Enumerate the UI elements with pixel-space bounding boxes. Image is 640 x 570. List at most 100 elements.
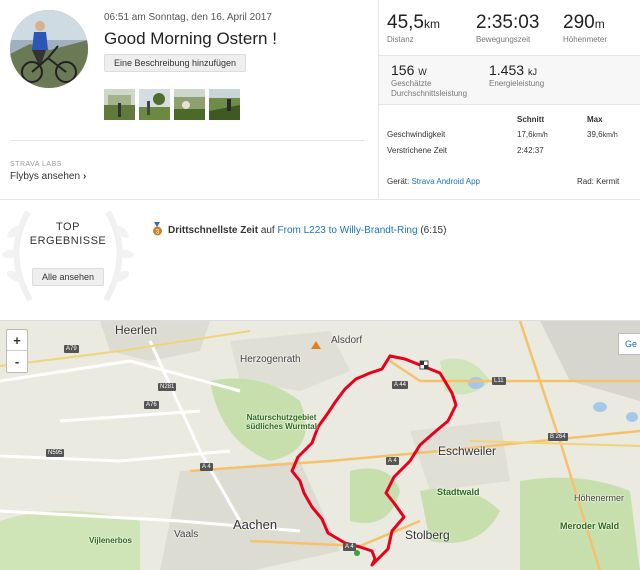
zoom-out-button[interactable]: - bbox=[7, 351, 27, 372]
distance-unit: km bbox=[423, 17, 440, 31]
top-results-box: TOP ERGEBNISSE Alle ansehen bbox=[0, 202, 136, 306]
map-type-button[interactable]: Ge bbox=[618, 333, 640, 355]
power-stat: 156 W Geschätzte Durchschnittsleistung bbox=[391, 62, 467, 99]
achievement-rank: Drittschnellste Zeit bbox=[168, 225, 259, 236]
flybys-link-label: Flybys ansehen bbox=[10, 171, 81, 182]
route-map[interactable]: Heerlen Alsdorf Herzogenrath Naturschutz… bbox=[0, 320, 640, 570]
more-stats-header: Schnitt Max bbox=[387, 115, 637, 127]
place-stadtwald: Stadtwald bbox=[437, 487, 480, 497]
road-n595: N595 bbox=[46, 449, 65, 457]
zoom-in-button[interactable]: + bbox=[7, 330, 27, 351]
secondary-stats: 156 W Geschätzte Durchschnittsleistung 1… bbox=[379, 55, 640, 105]
strava-labs-label: STRAVA LABS bbox=[10, 161, 62, 168]
speed-label: Geschwindigkeit bbox=[387, 130, 446, 139]
speed-row: Geschwindigkeit 17,6km/h 39,6km/h bbox=[387, 130, 637, 142]
view-all-button[interactable]: Alle ansehen bbox=[32, 268, 104, 286]
power-value: 156 bbox=[391, 62, 415, 78]
road-l11: L11 bbox=[492, 377, 506, 385]
road-b264: B 264 bbox=[548, 433, 568, 441]
moving-time-stat: 2:35:03 Bewegungszeit bbox=[476, 12, 539, 44]
activity-datetime: 06:51 am Sonntag, den 16. April 2017 bbox=[104, 12, 272, 23]
chevron-right-icon: › bbox=[83, 171, 87, 182]
elevation-unit: m bbox=[594, 17, 605, 31]
place-alsdorf: Alsdorf bbox=[331, 335, 363, 346]
stats-panel: 45,5km Distanz 2:35:03 Bewegungszeit 290… bbox=[378, 0, 640, 198]
energy-stat: 1.453 kJ Energieleistung bbox=[489, 62, 544, 89]
place-herzogenrath: Herzogenrath bbox=[240, 354, 301, 365]
road-a4-west: A 4 bbox=[200, 463, 213, 471]
laurel-wreath-icon bbox=[2, 210, 134, 302]
photo-thumbnail[interactable] bbox=[139, 89, 170, 120]
segment-time: (6:15) bbox=[420, 225, 447, 236]
place-heerlen: Heerlen bbox=[115, 323, 158, 337]
speed-max-unit: km/h bbox=[602, 132, 618, 139]
place-vijlenerbos: Vijlenerbos bbox=[89, 536, 132, 545]
bike-name: Kermit bbox=[596, 177, 620, 186]
power-label-line1: Geschätzte bbox=[391, 79, 432, 88]
activity-meta: 06:51 am Sonntag, den 16. April 2017 Goo… bbox=[104, 12, 277, 49]
power-label-line2: Durchschnittsleistung bbox=[391, 89, 468, 98]
place-naturschutz-line2: südliches Wurmtal bbox=[246, 422, 317, 431]
elevation-value: 290 bbox=[563, 12, 595, 33]
place-naturschutzgebiet: Naturschutzgebiet südliches Wurmtal bbox=[246, 413, 317, 431]
photo-thumbnail[interactable] bbox=[104, 89, 135, 120]
top-results-title: TOP ERGEBNISSE bbox=[0, 220, 136, 248]
device-label: Gerät: bbox=[387, 177, 410, 186]
device-row: Gerät: Strava Android App Rad: Kermit bbox=[387, 177, 637, 186]
elevation-stat: 290m Höhenmeter bbox=[563, 12, 607, 44]
place-vaals: Vaals bbox=[174, 529, 199, 540]
place-hoehenermer: Höhenermer bbox=[574, 493, 625, 503]
elapsed-row: Verstrichene Zeit 2:42:37 bbox=[387, 146, 637, 158]
elevation-label: Höhenmeter bbox=[563, 35, 608, 44]
bronze-medal-icon: 3 bbox=[153, 222, 162, 236]
road-n281: N281 bbox=[158, 383, 177, 391]
divider bbox=[10, 140, 364, 141]
speed-max: 39,6 bbox=[587, 130, 603, 139]
power-unit: W bbox=[418, 67, 427, 77]
place-naturschutz-line1: Naturschutzgebiet bbox=[246, 413, 317, 422]
road-a76: A76 bbox=[144, 401, 159, 409]
road-a79: A79 bbox=[64, 345, 79, 353]
segment-link[interactable]: From L223 to Willy-Brandt-Ring bbox=[278, 225, 418, 236]
energy-label: Energieleistung bbox=[489, 79, 545, 88]
elapsed-time-label: Verstrichene Zeit bbox=[387, 146, 448, 155]
flybys-link[interactable]: Flybys ansehen › bbox=[10, 171, 86, 182]
speed-avg-unit: km/h bbox=[532, 132, 548, 139]
top-results-title-line2: ERGEBNISSE bbox=[29, 235, 107, 247]
energy-value: 1.453 bbox=[489, 62, 525, 78]
road-a4-east: A 4 bbox=[386, 457, 399, 465]
place-stolberg: Stolberg bbox=[405, 528, 450, 542]
distance-stat: 45,5km Distanz bbox=[387, 12, 440, 44]
road-a4-south: A 4 bbox=[343, 543, 356, 551]
avatar-photo bbox=[10, 10, 88, 88]
top-results-title-line1: TOP bbox=[56, 221, 80, 233]
speed-avg: 17,6 bbox=[517, 130, 533, 139]
photo-thumbnail[interactable] bbox=[174, 89, 205, 120]
device-link[interactable]: Strava Android App bbox=[411, 177, 480, 186]
energy-unit: kJ bbox=[527, 67, 537, 77]
place-eschweiler: Eschweiler bbox=[438, 444, 497, 458]
distance-value: 45,5 bbox=[387, 12, 424, 33]
add-description-button[interactable]: Eine Beschreibung hinzufügen bbox=[104, 54, 246, 72]
place-aachen: Aachen bbox=[233, 517, 278, 532]
bike-info: Rad: Kermit bbox=[577, 177, 619, 186]
place-meroder-wald: Meroder Wald bbox=[560, 521, 620, 531]
achievement-item: 3 Drittschnellste Zeit auf From L223 to … bbox=[152, 222, 446, 236]
map-canvas bbox=[0, 321, 640, 570]
moving-time-value: 2:35:03 bbox=[476, 12, 540, 33]
divider bbox=[0, 199, 640, 200]
activity-title: Good Morning Ostern ! bbox=[104, 29, 277, 48]
moving-time-label: Bewegungszeit bbox=[476, 35, 531, 44]
photo-thumbnail[interactable] bbox=[209, 89, 240, 120]
bike-label: Rad: bbox=[577, 177, 594, 186]
distance-label: Distanz bbox=[387, 35, 414, 44]
athlete-avatar[interactable] bbox=[10, 10, 88, 88]
finish-flag-icon bbox=[419, 360, 429, 370]
zoom-control: + - bbox=[6, 329, 28, 373]
road-a44: A 44 bbox=[392, 381, 409, 389]
elapsed-time-value: 2:42:37 bbox=[517, 146, 544, 155]
achievement-connector: auf bbox=[260, 225, 275, 236]
photo-thumbnails bbox=[104, 89, 240, 120]
max-column-header: Max bbox=[587, 115, 603, 124]
avg-column-header: Schnitt bbox=[517, 115, 545, 124]
